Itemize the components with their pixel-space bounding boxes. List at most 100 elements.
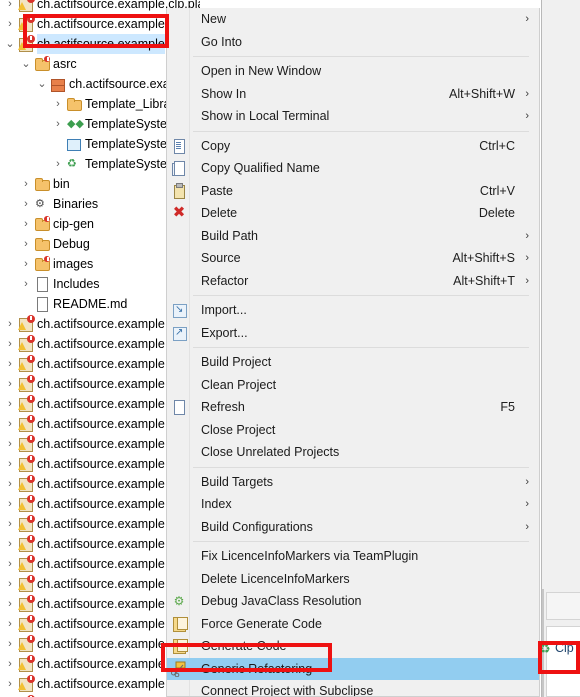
tree-item-label: ch.actifsource.example.: [37, 537, 169, 551]
menu-item-accelerator: Alt+Shift+W: [449, 86, 515, 101]
chevron-down-icon[interactable]: ⌄: [36, 74, 48, 94]
menu-item-force-generate-code[interactable]: Force Generate Code: [167, 613, 539, 636]
project-error-icon: [18, 435, 35, 452]
chevron-right-icon[interactable]: ›: [4, 374, 16, 394]
tree-item-label: ch.actifsource.example.: [37, 477, 169, 491]
chevron-right-icon[interactable]: ›: [4, 314, 16, 334]
chevron-right-icon[interactable]: ›: [4, 574, 16, 594]
context-menu-items: New › Go Into Open in New Window Show In Alt+…: [167, 8, 539, 696]
chevron-right-icon[interactable]: ›: [20, 234, 32, 254]
debug-javaclass-icon: ⚙: [173, 594, 185, 608]
menu-item-import[interactable]: ↘ Import...: [167, 299, 539, 322]
chevron-right-icon[interactable]: ›: [52, 114, 64, 134]
menu-item-debug-javaclass-resolution[interactable]: ⚙ Debug JavaClass Resolution: [167, 590, 539, 613]
project-error-icon: [18, 315, 35, 332]
tree-item-label: ch.actifsource.example: [37, 17, 165, 31]
menu-item-connect-project-with-subclipse[interactable]: Connect Project with Subclipse: [167, 680, 539, 696]
chevron-right-icon[interactable]: ›: [4, 14, 16, 34]
chevron-right-icon[interactable]: ›: [20, 214, 32, 234]
tree-item-label: TemplateSystem: [85, 117, 178, 131]
tree-item-label: bin: [53, 177, 70, 191]
menu-item-close-unrelated-projects[interactable]: Close Unrelated Projects: [167, 441, 539, 464]
menu-item-build-configurations[interactable]: Build Configurations ›: [167, 516, 539, 539]
chevron-right-icon[interactable]: ›: [4, 594, 16, 614]
submenu-arrow-icon: ›: [525, 87, 529, 100]
menu-item-label: Force Generate Code: [201, 616, 322, 631]
chevron-right-icon[interactable]: ›: [20, 174, 32, 194]
chevron-right-icon[interactable]: ›: [20, 274, 32, 294]
menu-item-new[interactable]: New ›: [167, 8, 539, 31]
menu-item-go-into[interactable]: Go Into: [167, 31, 539, 54]
tree-item-label: Debug: [53, 237, 90, 251]
chevron-right-icon[interactable]: ›: [4, 494, 16, 514]
chevron-right-icon[interactable]: ›: [4, 0, 16, 14]
menu-item-copy[interactable]: Copy Ctrl+C: [167, 135, 539, 158]
chevron-down-icon[interactable]: ⌄: [20, 54, 32, 74]
menu-item-export[interactable]: ↗ Export...: [167, 322, 539, 345]
menu-item-build-project[interactable]: Build Project: [167, 351, 539, 374]
chevron-right-icon[interactable]: ›: [4, 434, 16, 454]
menu-item-delete[interactable]: ✖ Delete Delete: [167, 202, 539, 225]
menu-item-source[interactable]: Source Alt+Shift+S ›: [167, 247, 539, 270]
project-error-icon: [18, 475, 35, 492]
chevron-right-icon[interactable]: ›: [4, 334, 16, 354]
menu-item-copy-qualified-name[interactable]: Copy Qualified Name: [167, 157, 539, 180]
tree-item-label: cip-gen: [53, 217, 94, 231]
chevron-right-icon[interactable]: ›: [4, 554, 16, 574]
sync-refresh-icon: ♻: [539, 641, 551, 656]
chevron-right-icon[interactable]: ›: [20, 254, 32, 274]
chevron-right-icon[interactable]: ›: [4, 394, 16, 414]
chevron-right-icon[interactable]: ›: [4, 654, 16, 674]
chevron-down-icon[interactable]: ⌄: [4, 34, 16, 54]
menu-item-build-path[interactable]: Build Path ›: [167, 225, 539, 248]
tree-item-label: ch.actifsource.exa: [69, 77, 170, 91]
menu-item-accelerator: Alt+Shift+S: [452, 251, 515, 265]
cip-view-label: Cip: [555, 641, 574, 655]
menu-item-close-project[interactable]: Close Project: [167, 419, 539, 442]
menu-item-build-targets[interactable]: Build Targets ›: [167, 471, 539, 494]
menu-item-label: Source: [201, 251, 241, 265]
menu-item-label: Generic Refactoring: [201, 661, 313, 676]
context-menu[interactable]: New › Go Into Open in New Window Show In Alt+…: [166, 8, 540, 697]
menu-item-generic-refactoring[interactable]: Generic Refactoring: [167, 657, 539, 680]
menu-item-label: Close Project: [201, 422, 276, 437]
chevron-right-icon[interactable]: ›: [4, 454, 16, 474]
chevron-right-icon[interactable]: ›: [52, 94, 64, 114]
chevron-right-icon[interactable]: ›: [4, 534, 16, 554]
menu-item-refactor[interactable]: Refactor Alt+Shift+T ›: [167, 270, 539, 293]
menu-item-label: Paste: [201, 183, 233, 198]
chevron-right-icon[interactable]: ›: [4, 674, 16, 694]
right-docked-view[interactable]: ♻ Cip: [539, 0, 580, 697]
chevron-right-icon[interactable]: ›: [4, 414, 16, 434]
project-error-icon: [18, 555, 35, 572]
menu-item-delete-licenceinfomarkers[interactable]: Delete LicenceInfoMarkers: [167, 568, 539, 591]
right-pane-body[interactable]: ♻ Cip: [539, 626, 580, 697]
menu-item-refresh[interactable]: Refresh F5: [167, 396, 539, 419]
menu-item-label: Export...: [201, 325, 248, 340]
chevron-right-icon[interactable]: ›: [4, 614, 16, 634]
right-pane-toolbar: [546, 592, 580, 620]
menu-item-show-in-local-terminal[interactable]: Show in Local Terminal ›: [167, 105, 539, 128]
project-error-icon: [18, 495, 35, 512]
chevron-right-icon[interactable]: ›: [20, 194, 32, 214]
menu-item-label: Debug JavaClass Resolution: [201, 594, 362, 608]
binaries-icon: ⚙: [35, 198, 45, 210]
menu-item-generate-code[interactable]: Generate Code: [167, 635, 539, 658]
project-error-icon: [18, 515, 35, 532]
menu-item-fix-licenceinfomarkers-via-teamplugin[interactable]: Fix LicenceInfoMarkers via TeamPlugin: [167, 545, 539, 568]
menu-item-clean-project[interactable]: Clean Project: [167, 374, 539, 397]
tree-item-label: ch.actifsource.example.: [37, 677, 169, 691]
chevron-right-icon[interactable]: ›: [4, 514, 16, 534]
green-arrows-icon: ♻: [67, 158, 77, 170]
cip-view-row[interactable]: ♻ Cip: [539, 641, 574, 655]
chevron-right-icon[interactable]: ›: [4, 474, 16, 494]
menu-item-paste[interactable]: Paste Ctrl+V: [167, 180, 539, 203]
menu-item-open-in-new-window[interactable]: Open in New Window: [167, 60, 539, 83]
menu-item-show-in[interactable]: Show In Alt+Shift+W ›: [167, 83, 539, 106]
chevron-right-icon[interactable]: ›: [4, 354, 16, 374]
chevron-right-icon[interactable]: ›: [4, 634, 16, 654]
menu-item-label: Open in New Window: [201, 64, 322, 78]
chevron-right-icon[interactable]: ›: [52, 154, 64, 174]
menu-item-index[interactable]: Index ›: [167, 493, 539, 516]
source-folder-icon: [34, 56, 50, 72]
